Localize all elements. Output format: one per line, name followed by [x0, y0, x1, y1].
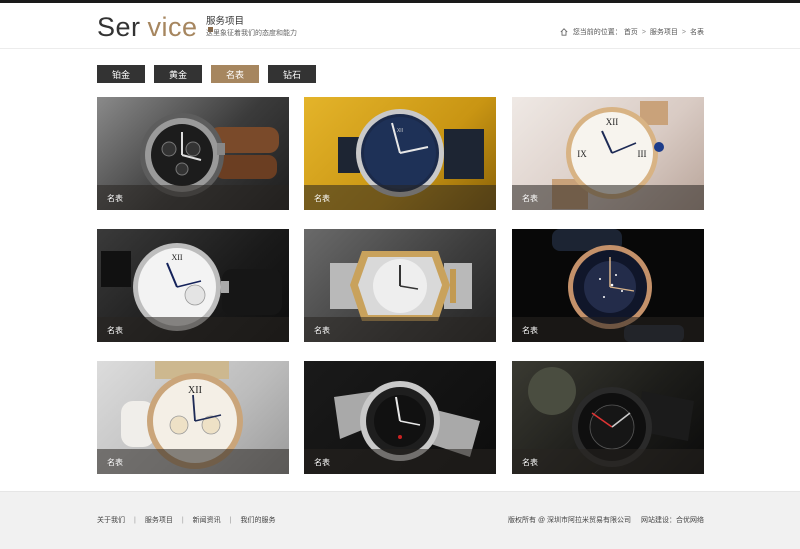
svg-text:XII: XII	[188, 385, 202, 396]
footer-link-our-services[interactable]: 我们的服务	[240, 515, 275, 525]
tab-watches[interactable]: 名表	[211, 65, 259, 83]
home-icon	[560, 28, 568, 36]
product-caption-bar: 名表	[304, 317, 496, 342]
tab-platinum[interactable]: 铂金	[97, 65, 145, 83]
footer-separator: |	[229, 516, 232, 524]
svg-text:XII: XII	[606, 117, 619, 127]
page-header: Ser vice 服务项目 这里象征着我们的态度和能力 您当前的位置： 首页 >…	[0, 3, 800, 49]
product-caption-bar: 名表	[512, 185, 704, 210]
product-caption: 名表	[107, 326, 123, 335]
footer-separator: |	[181, 516, 184, 524]
product-card[interactable]: 名表	[512, 229, 704, 342]
copyright-text: 版权所有 @ 深圳市阿拉米贸易有限公司	[508, 517, 631, 524]
product-caption: 名表	[314, 326, 330, 335]
breadcrumb-current: 名表	[690, 29, 704, 36]
tab-gold[interactable]: 黄金	[154, 65, 202, 83]
product-caption-bar: 名表	[97, 317, 289, 342]
product-caption: 名表	[522, 458, 538, 467]
svg-text:IX: IX	[577, 149, 587, 159]
product-card[interactable]: XII 名表	[97, 229, 289, 342]
footer-nav: 关于我们 | 服务项目 | 新闻资讯 | 我们的服务	[97, 515, 275, 525]
product-caption-bar: 名表	[512, 449, 704, 474]
section-title: 服务项目	[206, 16, 245, 27]
page-footer: 关于我们 | 服务项目 | 新闻资讯 | 我们的服务 版权所有 @ 深圳市阿拉米…	[0, 491, 800, 549]
product-caption: 名表	[522, 194, 538, 203]
tab-diamond[interactable]: 钻石	[268, 65, 316, 83]
product-caption-bar: 名表	[304, 449, 496, 474]
product-card[interactable]: 名表	[97, 97, 289, 210]
breadcrumb-home[interactable]: 首页	[624, 27, 638, 37]
product-card[interactable]: 名表	[512, 361, 704, 474]
footer-link-about[interactable]: 关于我们	[97, 515, 125, 525]
product-caption: 名表	[314, 458, 330, 467]
brand-text-part1: Ser	[97, 11, 141, 42]
product-caption: 名表	[314, 194, 330, 203]
section-description: 这里象征着我们的态度和能力	[206, 30, 297, 37]
brand-text-part2: vice	[147, 11, 198, 42]
product-grid: 名表 XII 名表 XII III IX 名表 XII 名表 名表 名表 XII…	[97, 97, 704, 474]
product-card[interactable]: XII III IX 名表	[512, 97, 704, 210]
product-card[interactable]: XII 名表	[304, 97, 496, 210]
breadcrumb-separator: >	[681, 28, 686, 36]
svg-text:XII: XII	[397, 128, 403, 134]
product-caption: 名表	[522, 326, 538, 335]
breadcrumb: 您当前的位置： 首页 > 服务项目 > 名表	[560, 27, 704, 37]
product-card[interactable]: XII 名表	[97, 361, 289, 474]
breadcrumb-prefix: 您当前的位置：	[572, 29, 622, 36]
svg-text:III: III	[638, 149, 647, 159]
product-caption-bar: 名表	[304, 185, 496, 210]
builder-credit: 网站建设：合优网络	[641, 517, 704, 524]
product-caption-bar: 名表	[512, 317, 704, 342]
footer-link-services[interactable]: 服务项目	[145, 515, 173, 525]
product-caption: 名表	[107, 194, 123, 203]
breadcrumb-separator: >	[641, 28, 646, 36]
product-card[interactable]: 名表	[304, 361, 496, 474]
product-caption-bar: 名表	[97, 449, 289, 474]
section-subtitle: 服务项目 这里象征着我们的态度和能力	[206, 16, 297, 39]
brand-heading: Ser vice	[97, 11, 213, 43]
product-caption: 名表	[107, 458, 123, 467]
footer-copyright-area: 版权所有 @ 深圳市阿拉米贸易有限公司 网站建设：合优网络	[508, 515, 704, 525]
category-tabs: 铂金 黄金 名表 钻石	[97, 65, 316, 83]
product-card[interactable]: 名表	[304, 229, 496, 342]
footer-link-news[interactable]: 新闻资讯	[193, 515, 221, 525]
footer-separator: |	[134, 516, 136, 524]
svg-text:XII: XII	[171, 253, 182, 262]
breadcrumb-services[interactable]: 服务项目	[650, 27, 678, 37]
product-caption-bar: 名表	[97, 185, 289, 210]
